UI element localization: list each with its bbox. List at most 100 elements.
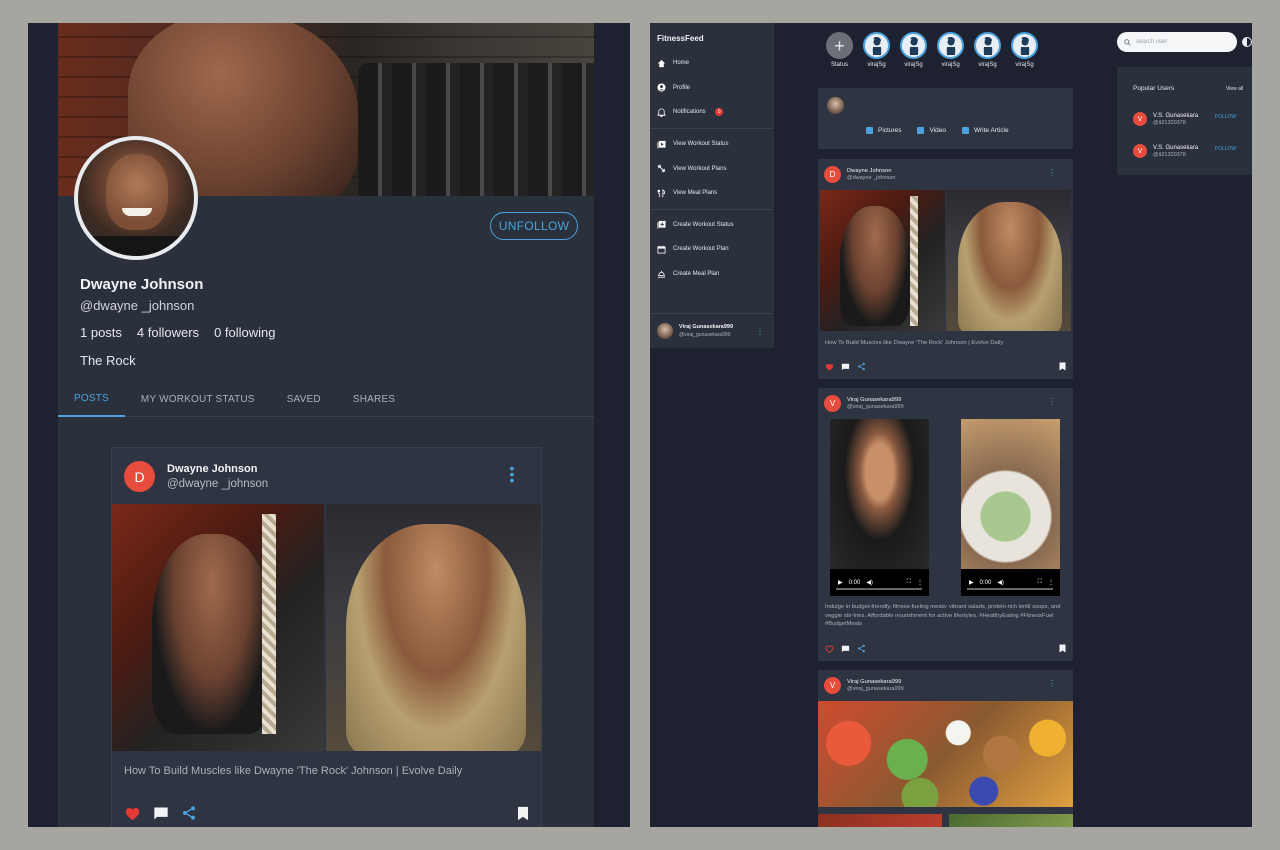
bookmark-icon[interactable] — [517, 806, 529, 821]
sidebar-item-view-workout-plans[interactable]: View Workout Plans — [650, 156, 774, 181]
sidebar-item-view-meal-plans[interactable]: View Meal Plans — [650, 181, 774, 206]
app-brand[interactable]: FitnessFeed — [657, 34, 704, 43]
feed-post: D Dwayne Johnson @dwayne _johnson ⋮ How T… — [818, 159, 1073, 379]
bookmark-icon[interactable] — [1059, 362, 1066, 371]
more-options-icon[interactable]: • • • — [509, 461, 515, 487]
share-icon[interactable] — [857, 362, 866, 371]
fullscreen-icon[interactable]: ⛶ — [1038, 579, 1042, 586]
story-item[interactable]: virajSg — [863, 32, 890, 68]
post-image[interactable] — [946, 190, 1071, 331]
volume-icon[interactable]: ◀) — [997, 579, 1004, 586]
post-handle: @viraj_gunasekara999 — [847, 404, 904, 410]
heart-outline-icon[interactable] — [825, 645, 834, 653]
post-images — [112, 504, 541, 751]
bookmark-icon[interactable] — [1059, 644, 1066, 653]
story-item[interactable]: virajSg — [937, 32, 964, 68]
profile-handle: @dwayne _johnson — [80, 298, 195, 313]
post-author[interactable]: Dwayne Johnson — [167, 463, 268, 475]
share-icon[interactable] — [857, 644, 866, 653]
post-author[interactable]: Viraj Gunasekara999 — [847, 397, 904, 403]
story-item[interactable]: virajSg — [900, 32, 927, 68]
popular-user-item[interactable]: V V.S. Gunasekara @it21320378 FOLLOW — [1133, 144, 1236, 158]
author-avatar[interactable]: D — [124, 461, 155, 492]
follow-button[interactable]: FOLLOW — [1215, 114, 1236, 120]
story-item[interactable]: virajSg — [974, 32, 1001, 68]
more-options-icon[interactable]: ⋮ — [1048, 679, 1056, 688]
story-label: Status — [830, 62, 848, 68]
tab-saved[interactable]: SAVED — [271, 381, 337, 417]
post-caption: Indulge in budget-friendly, fitness-fuel… — [825, 604, 1061, 628]
story-label: virajSg — [941, 62, 960, 68]
view-all-link[interactable]: View all — [1226, 86, 1243, 92]
tab-my-workout-status[interactable]: MY WORKOUT STATUS — [125, 381, 271, 417]
feed-window: FitnessFeed Home Profile Notifications 0… — [650, 23, 1252, 827]
post-image[interactable] — [112, 504, 324, 751]
sidebar-item-view-workout-status[interactable]: View Workout Status — [650, 132, 774, 157]
theme-toggle-icon[interactable] — [1242, 37, 1252, 47]
feed-post: V Viraj Gunasekara999 @viraj_gunasekara99… — [818, 388, 1073, 661]
tab-shares[interactable]: SHARES — [337, 381, 411, 417]
story-item[interactable]: virajSg — [1011, 32, 1038, 68]
image-icon — [866, 127, 873, 134]
video-library-icon — [657, 140, 666, 149]
follow-button[interactable]: FOLLOW — [1215, 146, 1236, 152]
search-input[interactable]: search user — [1117, 32, 1237, 52]
sidebar-item-create-workout-plan[interactable]: Create Workout Plan — [650, 237, 774, 262]
sidebar-item-create-workout-status[interactable]: Create Workout Status — [650, 213, 774, 238]
post-image[interactable] — [818, 701, 1073, 807]
plus-icon: + — [826, 32, 853, 59]
button-label: Pictures — [878, 127, 902, 134]
fullscreen-icon[interactable]: ⛶ — [907, 579, 911, 586]
volume-icon[interactable]: ◀) — [866, 579, 873, 586]
posts-count[interactable]: 1 posts — [80, 325, 122, 340]
sidebar-item-create-meal-plan[interactable]: Create Meal Plan — [650, 262, 774, 287]
video-player[interactable]: ▶ 0:00 ◀) ⛶ ⋮ — [830, 419, 929, 596]
popular-user-item[interactable]: V V.S. Gunasekara @it21320378 FOLLOW — [1133, 112, 1236, 126]
story-label: virajSg — [978, 62, 997, 68]
followers-count[interactable]: 4 followers — [137, 325, 199, 340]
story-add-status[interactable]: + Status — [826, 32, 853, 68]
add-video-button[interactable]: Video — [917, 127, 946, 134]
author-avatar[interactable]: V — [824, 395, 841, 412]
more-options-icon[interactable]: ⋮ — [1048, 579, 1054, 586]
post-image[interactable] — [818, 814, 942, 827]
more-options-icon[interactable]: ⋮ — [1048, 397, 1056, 406]
comment-icon[interactable] — [153, 806, 169, 821]
sidebar: FitnessFeed Home Profile Notifications 0… — [650, 23, 774, 348]
write-article-button[interactable]: Write Article — [962, 127, 1009, 134]
author-avatar[interactable]: V — [824, 677, 841, 694]
more-options-icon[interactable]: ⋮ — [1048, 168, 1056, 177]
profile-window: UNFOLLOW Dwayne Johnson @dwayne _johnson… — [28, 23, 630, 827]
play-icon[interactable]: ▶ — [838, 579, 843, 586]
avatar: V — [1133, 144, 1147, 158]
sidebar-item-notifications[interactable]: Notifications 0 — [650, 100, 774, 125]
sidebar-item-home[interactable]: Home — [650, 51, 774, 76]
post-actions — [825, 644, 1066, 653]
current-user[interactable]: Viraj Gunasekara999 @viraj_gunasekara999… — [650, 313, 774, 348]
play-icon[interactable]: ▶ — [969, 579, 974, 586]
user-name: V.S. Gunasekara — [1153, 144, 1199, 151]
heart-icon[interactable] — [825, 363, 834, 371]
post-image[interactable] — [949, 814, 1073, 827]
sidebar-item-profile[interactable]: Profile — [650, 76, 774, 101]
tab-posts[interactable]: POSTS — [58, 381, 125, 417]
unfollow-button[interactable]: UNFOLLOW — [490, 212, 578, 240]
sidebar-item-label: View Workout Plans — [673, 165, 727, 172]
person-icon — [974, 32, 1001, 59]
profile-name: Dwayne Johnson — [80, 276, 204, 293]
heart-icon[interactable] — [124, 806, 141, 821]
post-author[interactable]: Dwayne Johnson — [847, 168, 895, 174]
fork-knife-icon — [657, 189, 666, 198]
following-count[interactable]: 0 following — [214, 325, 275, 340]
video-player[interactable]: ▶ 0:00 ◀) ⛶ ⋮ — [961, 419, 1060, 596]
post-image[interactable] — [326, 504, 541, 751]
add-pictures-button[interactable]: Pictures — [866, 127, 901, 134]
more-options-icon[interactable]: ⋮ — [756, 327, 764, 336]
author-avatar[interactable]: D — [824, 166, 841, 183]
comment-icon[interactable] — [841, 363, 850, 371]
more-options-icon[interactable]: ⋮ — [917, 579, 923, 586]
post-image[interactable] — [820, 190, 945, 331]
post-author[interactable]: Viraj Gunasekara999 — [847, 679, 904, 685]
comment-icon[interactable] — [841, 645, 850, 653]
share-icon[interactable] — [181, 805, 197, 821]
